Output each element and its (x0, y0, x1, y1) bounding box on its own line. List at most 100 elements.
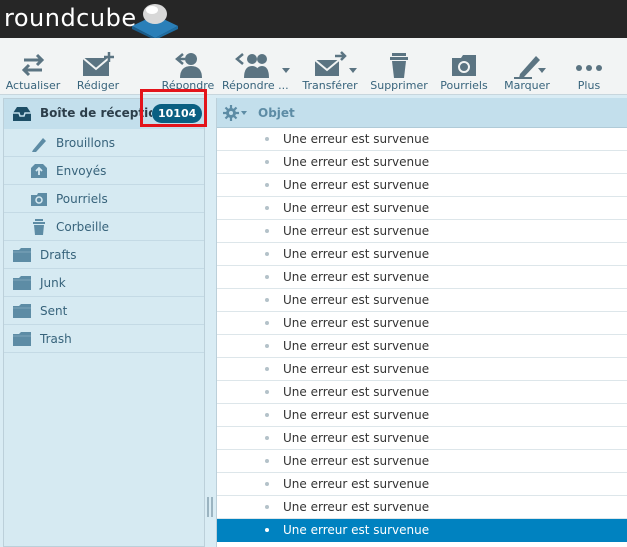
message-row[interactable]: Une erreur est survenue (217, 427, 627, 450)
message-subject: Une erreur est survenue (283, 500, 430, 514)
inbox-icon (13, 107, 31, 121)
folder-label: Sent (40, 304, 68, 318)
junk-button[interactable]: Pourriels (436, 38, 492, 95)
unread-status-dot-icon[interactable] (265, 252, 269, 256)
reply-button[interactable]: Répondre (158, 38, 218, 95)
message-row[interactable]: Une erreur est survenue (217, 450, 627, 473)
app-logo-text: roundcube (4, 4, 137, 32)
unread-status-dot-icon[interactable] (265, 160, 269, 164)
message-row[interactable]: Une erreur est survenue (217, 381, 627, 404)
unread-status-dot-icon[interactable] (265, 505, 269, 509)
unread-status-dot-icon[interactable] (265, 459, 269, 463)
message-subject: Une erreur est survenue (283, 523, 430, 537)
folder-item-pourriels[interactable]: Pourriels (4, 185, 204, 213)
folder-icon (13, 248, 31, 262)
list-options-gear-icon[interactable] (223, 105, 249, 121)
trash-icon (390, 53, 408, 78)
unread-status-dot-icon[interactable] (265, 321, 269, 325)
junk-folder-icon (31, 193, 47, 206)
pencil-icon (32, 138, 46, 152)
unread-status-dot-icon[interactable] (265, 482, 269, 486)
message-row[interactable]: Une erreur est survenue (217, 243, 627, 266)
unread-status-dot-icon[interactable] (265, 528, 269, 532)
forward-icon (314, 51, 347, 76)
message-subject: Une erreur est survenue (283, 293, 430, 307)
folder-icon (13, 276, 31, 290)
message-row[interactable]: Une erreur est survenue (217, 496, 627, 519)
message-subject: Une erreur est survenue (283, 316, 430, 330)
subject-column-header[interactable]: Objet (258, 106, 295, 120)
folder-label: Drafts (40, 248, 77, 262)
message-subject: Une erreur est survenue (283, 477, 430, 491)
message-row[interactable]: Une erreur est survenue (217, 404, 627, 427)
compose-icon (82, 52, 114, 76)
message-subject: Une erreur est survenue (283, 431, 430, 445)
toolbar: Actualiser Rédiger Répondre Répondre ... (0, 38, 627, 95)
top-bar: roundcube (0, 0, 627, 40)
unread-status-dot-icon[interactable] (265, 367, 269, 371)
reply-all-dropdown-caret-icon[interactable] (282, 68, 290, 73)
message-row[interactable]: Une erreur est survenue (217, 473, 627, 496)
message-row[interactable]: Une erreur est survenue (217, 289, 627, 312)
unread-status-dot-icon[interactable] (265, 275, 269, 279)
unread-status-dot-icon[interactable] (265, 137, 269, 141)
delete-button[interactable]: Supprimer (366, 38, 432, 95)
folder-item-brouillons[interactable]: Brouillons (4, 129, 204, 157)
folder-item-corbeille[interactable]: Corbeille (4, 213, 204, 241)
highlight-box (140, 89, 207, 127)
compose-button[interactable]: Rédiger (68, 38, 128, 95)
folder-item-junk[interactable]: Junk (4, 269, 204, 297)
mark-pencil-icon (514, 56, 540, 79)
folder-label: Envoyés (56, 164, 107, 178)
junk-folder-icon (452, 55, 476, 76)
message-subject: Une erreur est survenue (283, 362, 430, 376)
message-row[interactable]: Une erreur est survenue (217, 220, 627, 243)
unread-status-dot-icon[interactable] (265, 413, 269, 417)
unread-status-dot-icon[interactable] (265, 344, 269, 348)
folder-item-envoy-s[interactable]: Envoyés (4, 157, 204, 185)
message-subject: Une erreur est survenue (283, 385, 430, 399)
unread-status-dot-icon[interactable] (265, 298, 269, 302)
reply-all-icon (235, 53, 269, 78)
message-row[interactable]: Une erreur est survenue (217, 358, 627, 381)
message-row[interactable]: Une erreur est survenue (217, 128, 627, 151)
message-list-header: Objet (217, 98, 627, 128)
message-subject: Une erreur est survenue (283, 178, 430, 192)
mark-button[interactable]: Marquer (498, 38, 556, 95)
unread-status-dot-icon[interactable] (265, 436, 269, 440)
unread-status-dot-icon[interactable] (265, 390, 269, 394)
unread-status-dot-icon[interactable] (265, 206, 269, 210)
unread-status-dot-icon[interactable] (265, 183, 269, 187)
message-row[interactable]: Une erreur est survenue (217, 519, 627, 542)
refresh-icon (21, 53, 45, 77)
message-row[interactable]: Une erreur est survenue (217, 312, 627, 335)
forward-button[interactable]: Transférer (298, 38, 362, 95)
more-button[interactable]: Plus (562, 38, 616, 95)
folder-item-trash[interactable]: Trash (4, 325, 204, 353)
unread-status-dot-icon[interactable] (265, 229, 269, 233)
folder-item-drafts[interactable]: Drafts (4, 241, 204, 269)
reply-icon (175, 53, 202, 78)
message-row[interactable]: Une erreur est survenue (217, 335, 627, 358)
refresh-button[interactable]: Actualiser (2, 38, 64, 95)
message-subject: Une erreur est survenue (283, 132, 430, 146)
message-row[interactable]: Une erreur est survenue (217, 197, 627, 220)
folder-label: Junk (40, 276, 66, 290)
pane-splitter[interactable] (207, 497, 213, 517)
message-subject: Une erreur est survenue (283, 224, 430, 238)
trash-icon (33, 219, 45, 235)
message-subject: Une erreur est survenue (283, 408, 430, 422)
inbox-label: Boîte de réception (40, 106, 152, 120)
message-row[interactable]: Une erreur est survenue (217, 174, 627, 197)
message-row[interactable]: Une erreur est survenue (217, 266, 627, 289)
folder-label: Corbeille (56, 220, 110, 234)
message-subject: Une erreur est survenue (283, 247, 430, 261)
sent-icon (31, 164, 47, 178)
message-subject: Une erreur est survenue (283, 155, 430, 169)
folder-label: Brouillons (56, 136, 116, 150)
mark-dropdown-caret-icon[interactable] (538, 68, 546, 73)
message-row[interactable]: Une erreur est survenue (217, 151, 627, 174)
forward-dropdown-caret-icon[interactable] (349, 68, 357, 73)
reply-all-button[interactable]: Répondre ... (222, 38, 289, 95)
folder-item-sent[interactable]: Sent (4, 297, 204, 325)
